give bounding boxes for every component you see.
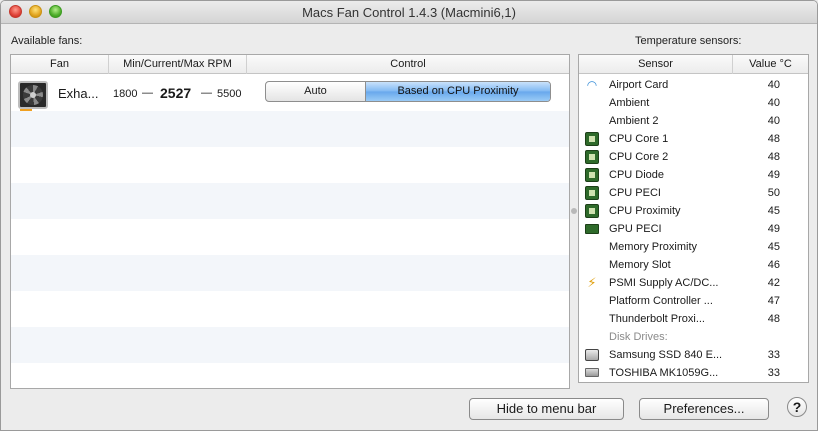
sensor-value: 49 — [767, 169, 780, 181]
rpm-separator: — — [201, 87, 212, 99]
fan-column-header[interactable]: Fan — [11, 55, 109, 74]
app-window: Macs Fan Control 1.4.3 (Macmini6,1) Avai… — [0, 0, 818, 431]
sensor-name: CPU Core 2 — [609, 151, 669, 163]
help-button[interactable]: ? — [787, 397, 807, 417]
sensor-value: 47 — [767, 295, 780, 307]
sensor-value: 46 — [767, 259, 780, 271]
sensor-row[interactable]: CPU Diode 49 — [579, 166, 808, 184]
fan-icon — [18, 81, 48, 111]
sensor-row[interactable]: CPU Core 2 48 — [579, 148, 808, 166]
cpu-chip-icon — [585, 150, 599, 164]
sensor-value: 45 — [767, 205, 780, 217]
sensor-value: 40 — [767, 97, 780, 109]
sensor-name: CPU Diode — [609, 169, 665, 181]
fan-speed-bar — [20, 109, 32, 111]
sensor-value: 42 — [767, 277, 780, 289]
sensor-name: Samsung SSD 840 E... — [609, 349, 723, 361]
preferences-button[interactable]: Preferences... — [639, 398, 769, 420]
cpu-chip-icon — [585, 186, 599, 200]
table-row-bg — [11, 327, 569, 363]
sensor-row[interactable]: CPU PECI 50 — [579, 184, 808, 202]
sensor-row[interactable]: Memory Slot 46 — [579, 256, 808, 274]
fan-control-segmented: Auto Based on CPU Proximity — [265, 81, 551, 102]
sensor-value: 50 — [767, 187, 780, 199]
table-row-bg — [11, 255, 569, 291]
sensor-value: 45 — [767, 241, 780, 253]
value-column-header[interactable]: Value °C — [733, 55, 808, 74]
fans-table-header: Fan Min/Current/Max RPM Control — [11, 55, 569, 74]
fan-current-rpm: 2527 — [160, 85, 192, 101]
split-view-divider-handle[interactable] — [571, 208, 577, 214]
available-fans-label: Available fans: — [11, 35, 83, 47]
sensor-row[interactable]: Ambient 40 — [579, 94, 808, 112]
control-column-header[interactable]: Control — [247, 55, 569, 74]
sensors-table-header: Sensor Value °C — [579, 55, 808, 74]
sensor-value: 40 — [767, 79, 780, 91]
rpm-column-header[interactable]: Min/Current/Max RPM — [109, 55, 247, 74]
disk-drives-group-header: Disk Drives: — [579, 328, 808, 346]
group-label: Disk Drives: — [609, 331, 668, 343]
fan-name: Exha... — [58, 86, 99, 101]
sensor-value: 40 — [767, 115, 780, 127]
cpu-chip-icon — [585, 204, 599, 218]
sensor-row[interactable]: ⚡ PSMI Supply AC/DC... 42 — [579, 274, 808, 292]
sensor-row[interactable]: ◠ Airport Card 40 — [579, 76, 808, 94]
sensor-name: Ambient 2 — [609, 115, 659, 127]
sensor-row[interactable]: Samsung SSD 840 E... 33 — [579, 346, 808, 364]
sensor-column-header[interactable]: Sensor — [579, 55, 733, 74]
cpu-chip-icon — [585, 168, 599, 182]
rpm-separator: — — [142, 87, 153, 99]
table-row-bg — [11, 219, 569, 255]
table-row-bg — [11, 291, 569, 327]
fans-table: Fan Min/Current/Max RPM Control Exha... … — [10, 54, 570, 389]
table-row-bg — [11, 183, 569, 219]
sensor-value: 48 — [767, 313, 780, 325]
cpu-proximity-control-button[interactable]: Based on CPU Proximity — [366, 82, 550, 101]
hdd-drive-icon — [585, 368, 599, 377]
sensor-value: 49 — [767, 223, 780, 235]
wifi-icon: ◠ — [586, 78, 598, 92]
sensor-name: CPU Core 1 — [609, 133, 669, 145]
sensor-name: PSMI Supply AC/DC... — [609, 277, 719, 289]
sensor-value: 48 — [767, 133, 780, 145]
table-row-bg — [11, 147, 569, 183]
sensor-name: GPU PECI — [609, 223, 662, 235]
table-row-bg — [11, 111, 569, 147]
sensor-name: TOSHIBA MK1059G... — [609, 367, 719, 379]
sensor-value: 33 — [767, 349, 780, 361]
sensor-row[interactable]: Memory Proximity 45 — [579, 238, 808, 256]
sensor-row[interactable]: Platform Controller ... 47 — [579, 292, 808, 310]
sensors-table: Sensor Value °C ◠ Airport Card 40 Ambien… — [578, 54, 809, 383]
sensor-name: Airport Card — [609, 79, 669, 91]
sensor-row[interactable]: TOSHIBA MK1059G... 33 — [579, 364, 808, 382]
sensor-value: 48 — [767, 151, 780, 163]
sensor-row[interactable]: GPU PECI 49 — [579, 220, 808, 238]
fan-min-rpm: 1800 — [113, 88, 138, 100]
gpu-card-icon — [585, 224, 599, 234]
sensor-name: CPU Proximity — [609, 205, 681, 217]
sensor-name: Ambient — [609, 97, 650, 109]
sensor-name: Platform Controller ... — [609, 295, 713, 307]
table-row-bg — [11, 363, 569, 389]
sensor-row[interactable]: CPU Proximity 45 — [579, 202, 808, 220]
power-bolt-icon: ⚡ — [587, 275, 597, 290]
sensor-name: Memory Slot — [609, 259, 671, 271]
fan-max-rpm: 5500 — [217, 88, 242, 100]
cpu-chip-icon — [585, 132, 599, 146]
temperature-sensors-label: Temperature sensors: — [635, 35, 742, 47]
sensor-row[interactable]: Thunderbolt Proxi... 48 — [579, 310, 808, 328]
window-title: Macs Fan Control 1.4.3 (Macmini6,1) — [302, 5, 516, 20]
auto-control-button[interactable]: Auto — [266, 82, 366, 101]
sensor-name: Thunderbolt Proxi... — [609, 313, 705, 325]
fan-row-exhaust[interactable]: Exha... 1800 — 2527 — 5500 Auto Based on… — [11, 75, 569, 111]
ssd-drive-icon — [585, 349, 599, 361]
sensor-value: 33 — [767, 367, 780, 379]
title-bar: Macs Fan Control 1.4.3 (Macmini6,1) — [1, 1, 817, 24]
fan-hub — [30, 92, 36, 98]
sensor-name: CPU PECI — [609, 187, 661, 199]
sensor-name: Memory Proximity — [609, 241, 698, 253]
sensor-row[interactable]: Ambient 2 40 — [579, 112, 808, 130]
hide-to-menu-bar-button[interactable]: Hide to menu bar — [469, 398, 624, 420]
sensor-row[interactable]: CPU Core 1 48 — [579, 130, 808, 148]
